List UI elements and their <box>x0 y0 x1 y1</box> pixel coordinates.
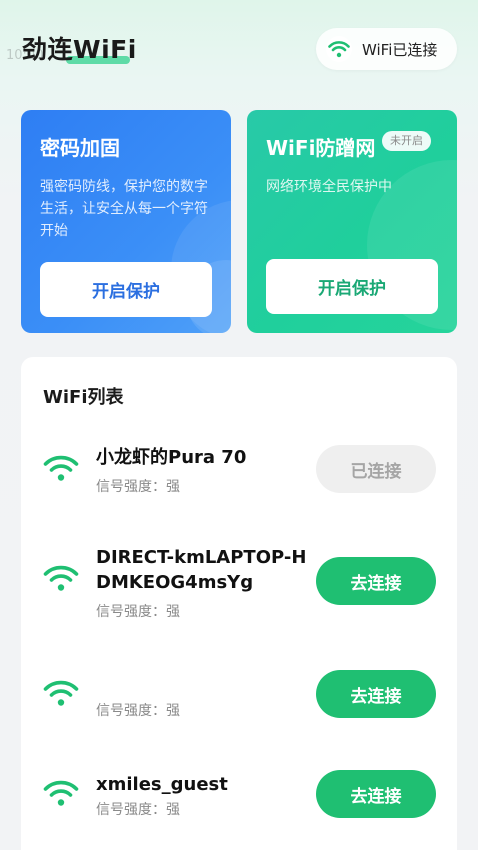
password-protect-button[interactable]: 开启保护 <box>40 262 212 317</box>
wifi-icon <box>43 780 79 806</box>
antileech-protect-button[interactable]: 开启保护 <box>266 259 438 314</box>
wifi-icon <box>326 36 352 62</box>
wifi-list-title: WiFi列表 <box>43 387 124 408</box>
wifi-list-item[interactable]: DIRECT-kmLAPTOP-HDMKEOG4msYg 信号强度：强 去连接 <box>21 545 457 625</box>
wifi-list-panel: WiFi列表 小龙虾的Pura 70 信号强度：强 已连接 DIRECT-kmL… <box>21 357 457 850</box>
wifi-strength: 信号强度：强 <box>96 802 180 818</box>
wifi-list-item[interactable]: 信号强度：强 去连接 <box>21 667 457 727</box>
wifi-connected-pill[interactable]: WiFi已连接 <box>316 28 457 70</box>
connected-button[interactable]: 已连接 <box>316 445 436 493</box>
connect-button[interactable]: 去连接 <box>316 557 436 605</box>
connect-button[interactable]: 去连接 <box>316 670 436 718</box>
wifi-icon <box>43 680 79 706</box>
wifi-strength: 信号强度：强 <box>96 479 180 495</box>
wifi-strength: 信号强度：强 <box>96 604 180 620</box>
connect-button[interactable]: 去连接 <box>316 770 436 818</box>
password-card-title: 密码加固 <box>40 136 120 160</box>
wifi-name: DIRECT-kmLAPTOP-HDMKEOG4msYg <box>96 547 307 593</box>
password-card-description: 强密码防线，保护您的数字生活，让安全从每一个字符开始 <box>40 179 208 239</box>
wifi-list-item[interactable]: xmiles_guest 信号强度：强 去连接 <box>21 769 457 829</box>
password-card: 密码加固 强密码防线，保护您的数字生活，让安全从每一个字符开始 开启保护 <box>21 110 231 333</box>
wifi-strength: 信号强度：强 <box>96 703 180 719</box>
wifi-icon <box>43 455 79 481</box>
wifi-name: 小龙虾的Pura 70 <box>96 447 247 468</box>
wifi-icon <box>43 565 79 591</box>
status-badge: 未开启 <box>382 131 431 151</box>
app-title: 劲连WiFi <box>22 35 137 64</box>
antileech-card-title: WiFi防蹭网 <box>266 136 376 160</box>
antileech-card-description: 网络环境全民保护中 <box>266 179 392 195</box>
wifi-list-item[interactable]: 小龙虾的Pura 70 信号强度：强 已连接 <box>21 442 457 512</box>
wifi-name: xmiles_guest <box>96 774 228 795</box>
antileech-card: WiFi防蹭网 未开启 网络环境全民保护中 开启保护 <box>247 110 457 333</box>
connection-status-text: WiFi已连接 <box>362 40 438 59</box>
